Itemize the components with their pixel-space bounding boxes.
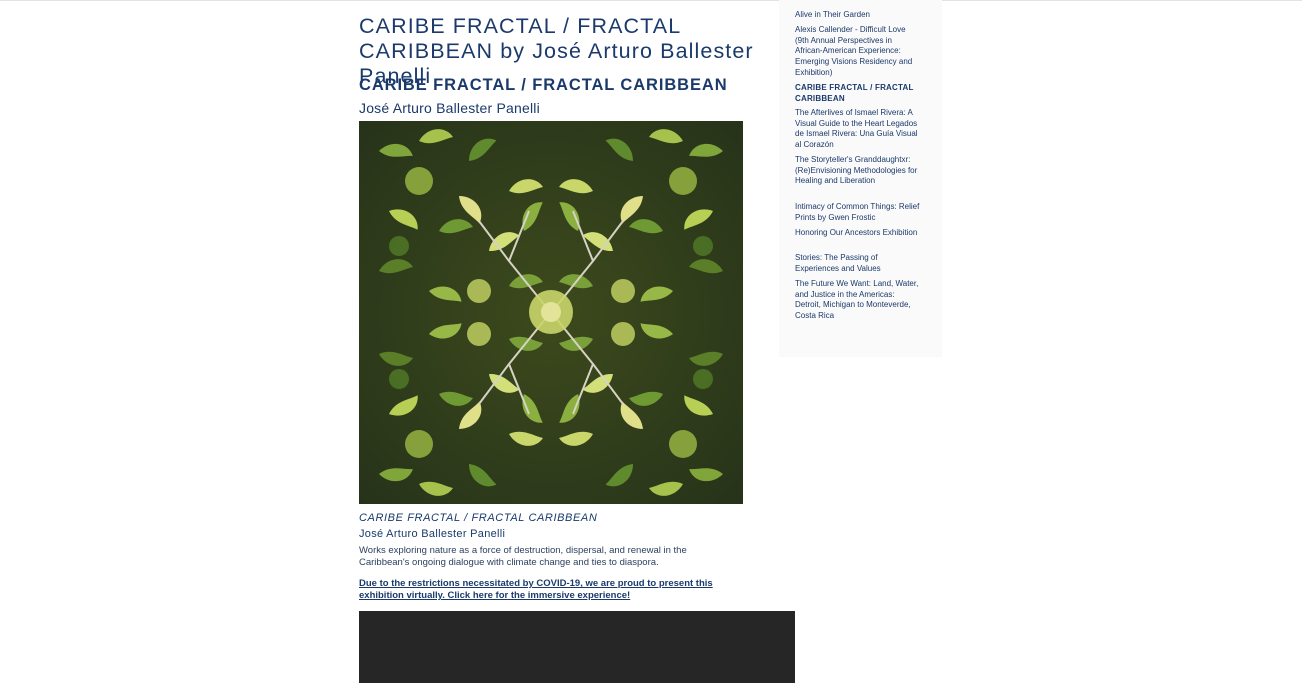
section-heading: CARIBE FRACTAL / FRACTAL CARIBBEAN	[359, 76, 728, 94]
caption-description: Works exploring nature as a force of des…	[359, 545, 687, 569]
sidebar-item-ismael-rivera[interactable]: The Afterlives of Ismael Rivera: A Visua…	[795, 108, 920, 151]
sidebar-item-stories[interactable]: Stories: The Passing of Experiences and …	[795, 253, 920, 274]
virtual-exhibition-link[interactable]: Due to the restrictions necessitated by …	[359, 578, 739, 603]
sidebar-item-honoring-our-ancestors[interactable]: Honoring Our Ancestors Exhibition	[795, 228, 920, 239]
artwork-image[interactable]	[359, 121, 743, 504]
top-border	[0, 0, 1302, 1]
caption-title: CARIBE FRACTAL / FRACTAL CARIBBEAN	[359, 512, 598, 524]
video-embed[interactable]	[359, 611, 795, 683]
sidebar-item-difficult-love[interactable]: Alexis Callender - Difficult Love (9th A…	[795, 25, 920, 79]
artist-name: José Arturo Ballester Panelli	[359, 100, 540, 116]
sidebar-item-future-we-want[interactable]: The Future We Want: Land, Water, and Jus…	[795, 279, 920, 322]
foliage-pattern	[359, 121, 743, 504]
sidebar-item-alive-in-their-garden[interactable]: Alive in Their Garden	[795, 10, 920, 21]
sidebar-item-caribe-fractal[interactable]: CARIBE FRACTAL / FRACTAL CARIBBEAN	[795, 83, 920, 104]
caption-artist: José Arturo Ballester Panelli	[359, 528, 506, 540]
sidebar-item-storytellers-granddaughtxr[interactable]: The Storyteller's Granddaughtxr: (Re)Env…	[795, 155, 920, 187]
sidebar-item-intimacy-of-common-things[interactable]: Intimacy of Common Things: Relief Prints…	[795, 202, 920, 223]
